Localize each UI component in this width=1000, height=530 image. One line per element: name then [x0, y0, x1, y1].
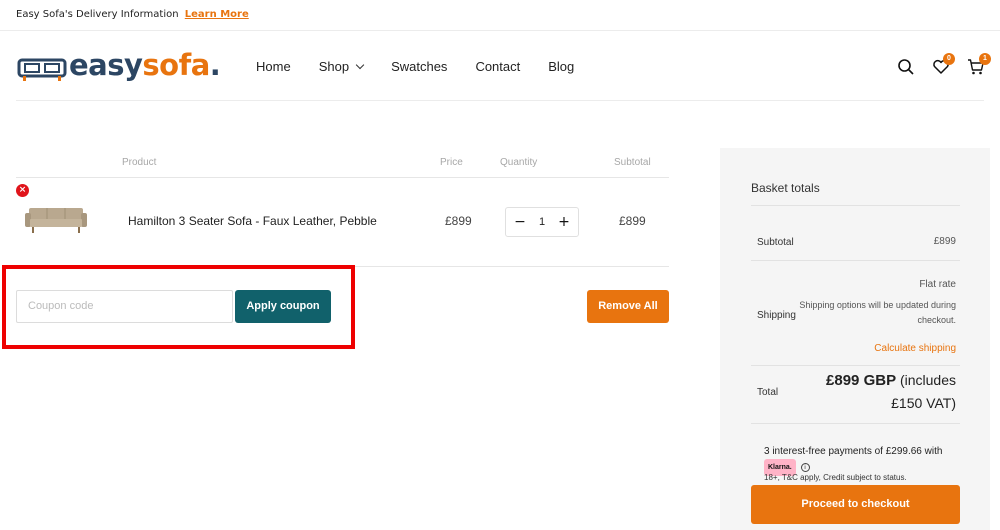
col-header-quantity: Quantity — [500, 157, 538, 168]
learn-more-link[interactable]: Learn More — [185, 9, 249, 20]
logo-sofa: sofa — [142, 48, 210, 82]
product-name-link[interactable]: Hamilton 3 Seater Sofa - Faux Leather, P… — [128, 214, 377, 228]
quantity-value[interactable]: 1 — [537, 216, 547, 228]
total-amount: £899 GBP (includes £150 VAT) — [806, 369, 956, 415]
nav-blog[interactable]: Blog — [548, 59, 574, 74]
logo-easy: easy — [69, 48, 143, 82]
quantity-increase-button[interactable]: + — [557, 214, 571, 230]
main-nav: Home Shop Swatches Contact Blog — [256, 59, 602, 74]
nav-swatches[interactable]: Swatches — [391, 59, 447, 74]
cart-button[interactable]: 1 — [967, 53, 991, 76]
wishlist-count-badge: 0 — [943, 53, 955, 65]
nav-home-label: Home — [256, 59, 291, 74]
chevron-down-icon — [355, 60, 365, 69]
subtotal-label: Subtotal — [757, 237, 794, 248]
coupon-code-input[interactable]: Coupon code — [16, 290, 233, 323]
total-vat-note: (includes £150 VAT) — [891, 372, 956, 411]
apply-coupon-button[interactable]: Apply coupon — [235, 290, 331, 323]
col-header-price: Price — [440, 157, 463, 168]
quantity-stepper: − 1 + — [505, 207, 579, 237]
remove-all-button[interactable]: Remove All — [587, 290, 669, 323]
header-divider — [16, 100, 984, 101]
total-label: Total — [757, 387, 779, 398]
item-price: £899 — [445, 214, 472, 228]
col-header-product: Product — [122, 157, 157, 168]
logo-dot: . — [209, 48, 221, 82]
klarna-text: 3 interest-free payments of £299.66 with — [764, 446, 943, 457]
cart-count-badge: 1 — [979, 53, 991, 65]
calculate-shipping-link[interactable]: Calculate shipping — [874, 343, 956, 354]
totals-divider — [751, 260, 960, 261]
sofa-logo-icon — [17, 58, 67, 81]
table-divider — [16, 177, 669, 178]
basket-totals-title: Basket totals — [751, 181, 820, 195]
logo[interactable]: easysofa. — [17, 48, 221, 86]
logo-text: easysofa. — [69, 48, 221, 82]
total-value: £899 GBP — [826, 372, 897, 389]
remove-item-button[interactable]: × — [16, 184, 29, 197]
delivery-info-text: Easy Sofa's Delivery Information Learn M… — [16, 9, 249, 20]
klarna-terms: 18+, T&C apply, Credit subject to status… — [764, 473, 907, 482]
info-icon[interactable]: i — [800, 463, 810, 472]
shipping-note: Shipping options will be updated during … — [799, 300, 956, 325]
nav-swatches-label: Swatches — [391, 59, 448, 74]
nav-shop[interactable]: Shop — [318, 59, 365, 74]
nav-contact[interactable]: Contact — [475, 59, 520, 74]
product-thumbnail[interactable] — [25, 205, 87, 235]
totals-divider — [751, 365, 960, 366]
nav-shop-label: Shop — [318, 59, 350, 74]
shipping-label: Shipping — [757, 310, 796, 321]
col-header-subtotal: Subtotal — [614, 157, 651, 168]
totals-divider — [751, 205, 960, 206]
totals-divider — [751, 423, 960, 424]
subtotal-value: £899 — [933, 236, 956, 247]
klarna-message: 3 interest-free payments of £299.66 with… — [764, 444, 969, 476]
basket-totals-panel: Basket totals Subtotal £899 Shipping Fla… — [720, 148, 990, 530]
nav-blog-label: Blog — [548, 59, 575, 74]
search-icon[interactable] — [897, 58, 915, 76]
item-subtotal: £899 — [619, 214, 646, 228]
shipping-method: Flat rate — [919, 279, 956, 290]
nav-contact-label: Contact — [475, 59, 521, 74]
topbar: Easy Sofa's Delivery Information Learn M… — [0, 0, 1000, 31]
quantity-decrease-button[interactable]: − — [513, 214, 527, 230]
proceed-to-checkout-button[interactable]: Proceed to checkout — [751, 485, 960, 524]
delivery-info-label: Easy Sofa's Delivery Information — [16, 9, 179, 20]
wishlist-button[interactable]: 0 — [932, 53, 955, 76]
nav-home[interactable]: Home — [256, 59, 291, 74]
